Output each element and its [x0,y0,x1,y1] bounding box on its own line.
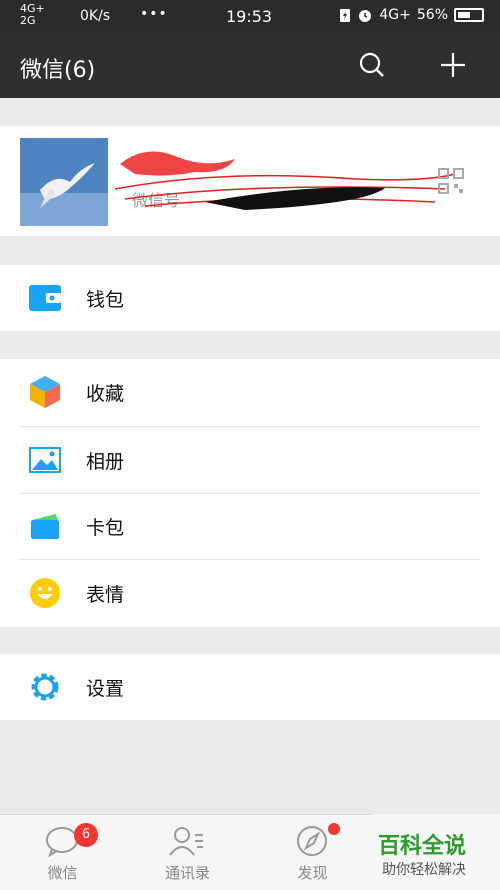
search-icon[interactable] [357,50,387,80]
settings-gear-icon [28,670,62,704]
more-notifications-icon: ••• [140,6,168,22]
seagull-image [20,138,108,226]
alarm-icon [359,10,372,22]
card-wallet-icon [28,509,62,543]
add-icon[interactable] [438,50,468,80]
battery-icon [454,8,484,22]
redaction-scribble [114,151,456,210]
watermark-subtitle: 助你轻松解决 [382,862,466,878]
app-header: 微信(6) [0,32,500,98]
charging-icon [340,9,351,22]
tab-chats-label: 微信 [47,864,78,882]
network-type-right: 4G+ [379,7,411,23]
clock: 19:53 [226,7,273,26]
compass-icon [297,826,327,856]
tab-discover[interactable]: 发现 [250,815,375,890]
favorites-icon [28,375,62,409]
menu-item-cards[interactable]: 卡包 [0,493,500,559]
tab-contacts[interactable]: 通讯录 [125,815,250,890]
settings-label: 设置 [86,677,125,700]
profile-card[interactable]: 微信号 [0,126,500,236]
avatar[interactable] [20,138,108,226]
wallet-label: 钱包 [86,288,125,311]
contacts-icon [169,827,203,856]
album-label: 相册 [86,450,125,473]
cards-label: 卡包 [86,516,125,539]
watermark-title: 百科全说 [378,834,467,859]
unread-badge: 6 [74,823,98,847]
favorites-label: 收藏 [86,382,125,405]
status-bar: 4G+ 2G 0K/s ••• 19:53 4G+ 56% [0,0,500,32]
tab-discover-label: 发现 [297,864,328,882]
stickers-label: 表情 [86,583,125,606]
qr-code-icon[interactable] [438,168,464,194]
wallet-icon [28,281,62,315]
watermark-logo: 百科全说 助你轻松解决 [372,814,500,889]
menu-item-settings[interactable]: 设置 [0,654,500,720]
wallet-section: 钱包 [0,265,500,331]
tab-chats[interactable]: 6 微信 [0,815,125,890]
network-signal: 4G+ 2G [20,3,45,27]
content-section: 收藏 相册 卡包 表情 [0,359,500,627]
menu-item-wallet[interactable]: 钱包 [0,265,500,331]
menu-item-stickers[interactable]: 表情 [0,560,500,626]
page-title: 微信(6) [20,58,96,83]
network-speed: 0K/s [80,8,111,24]
new-moments-dot [328,823,340,835]
menu-item-favorites[interactable]: 收藏 [0,359,500,425]
network-type-bottom: 2G [20,14,36,27]
battery-percent: 56% [416,7,448,23]
smiley-icon [28,576,62,610]
menu-item-album[interactable]: 相册 [0,427,500,493]
album-icon [28,443,62,477]
tab-contacts-label: 通讯录 [164,864,210,882]
settings-section: 设置 [0,654,500,720]
